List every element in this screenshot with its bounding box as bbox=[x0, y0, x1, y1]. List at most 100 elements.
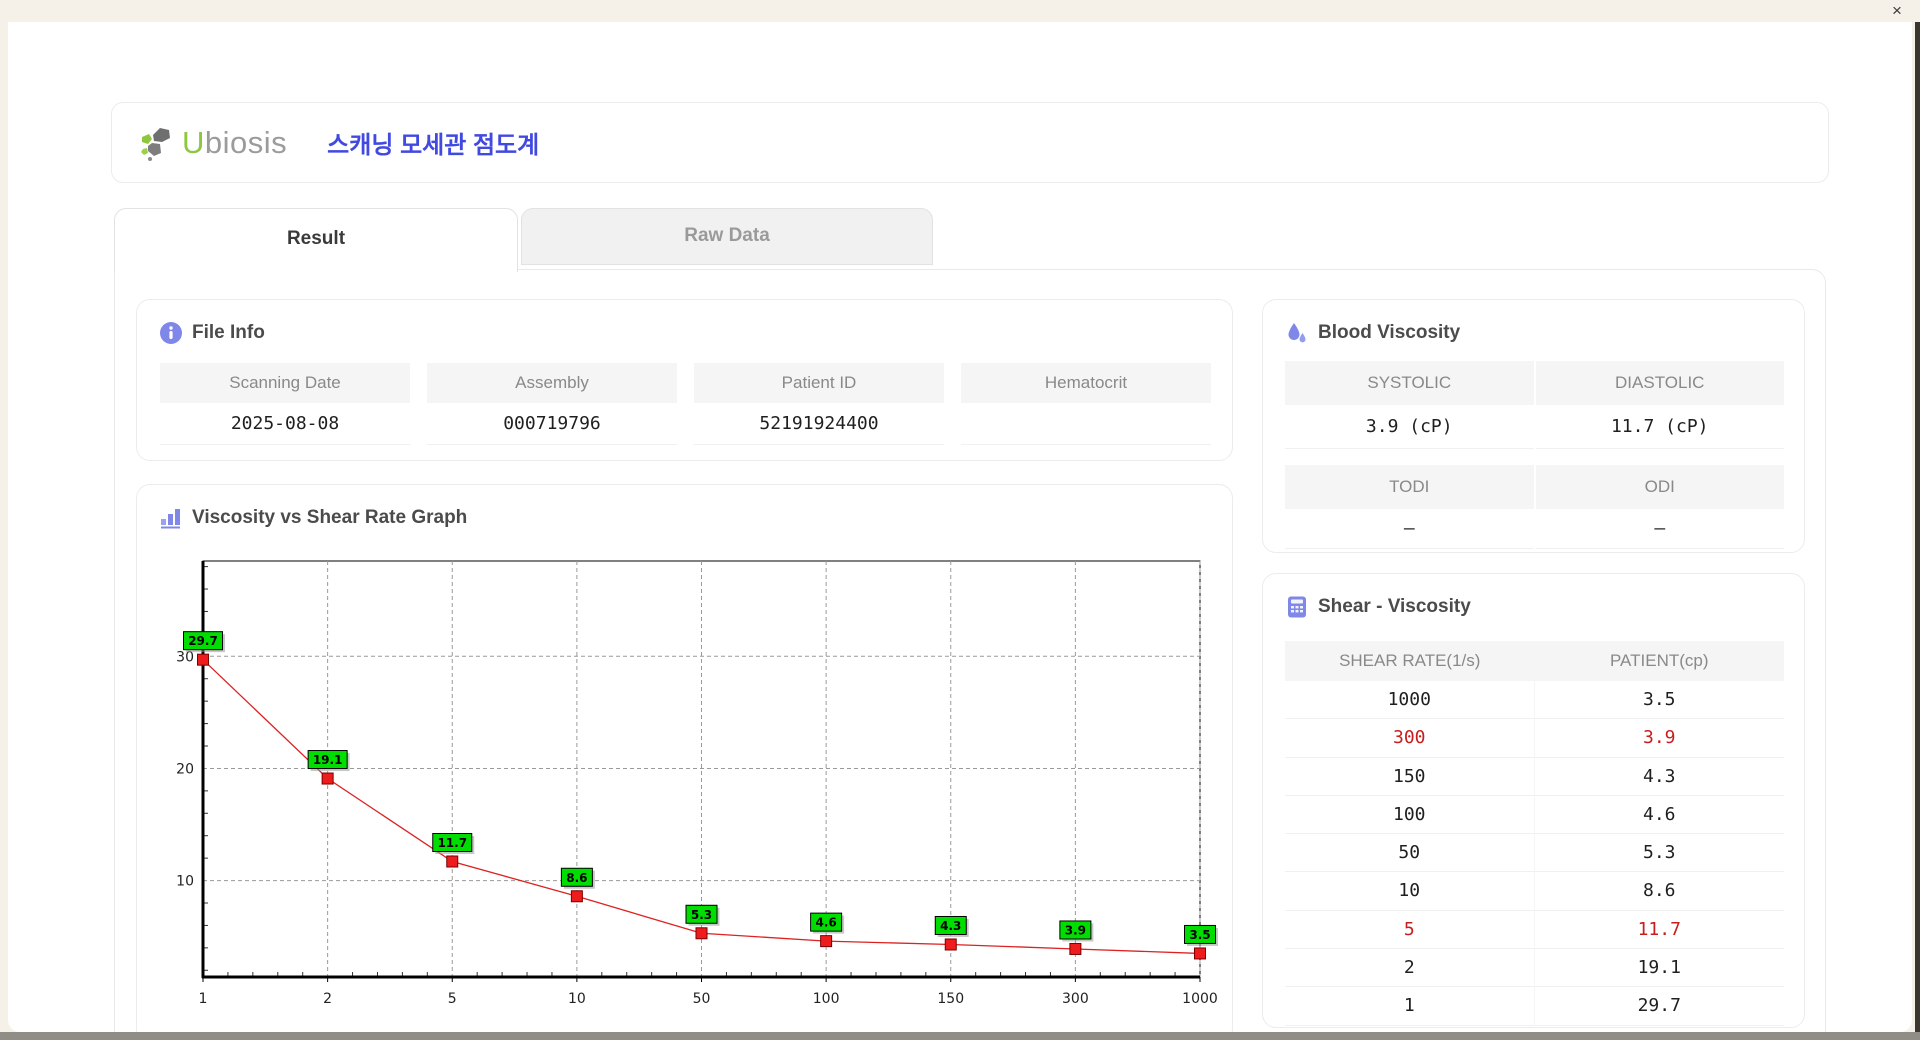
bv-header: SYSTOLIC bbox=[1285, 361, 1534, 405]
table-row: 1000 3.5 bbox=[1285, 681, 1784, 720]
cell-patient: 11.7 bbox=[1637, 918, 1681, 940]
field-value: 2025-08-08 bbox=[160, 403, 410, 445]
cell-patient: 4.6 bbox=[1642, 803, 1676, 825]
file-info-fields: Scanning Date 2025-08-08 Assembly 000719796… bbox=[160, 363, 1211, 445]
table-row: 10 8.6 bbox=[1285, 872, 1784, 911]
result-panel: File Info Scanning Date 2025-08-08 Assembl… bbox=[114, 269, 1826, 1040]
y-tick-label: 10 bbox=[176, 874, 194, 890]
shear-viscosity-title: Shear - Viscosity bbox=[1318, 596, 1471, 617]
x-tick-label: 1000 bbox=[1182, 991, 1218, 1007]
blood-viscosity-block-2: TODI ODI – – bbox=[1285, 465, 1784, 549]
file-info-field-scanning-date: Scanning Date 2025-08-08 bbox=[160, 363, 410, 445]
cell-patient: 4.3 bbox=[1642, 765, 1676, 787]
table-row: 2 19.1 bbox=[1285, 949, 1784, 988]
cell-shear-rate: 150 bbox=[1285, 757, 1535, 796]
droplets-icon bbox=[1288, 323, 1306, 343]
data-label-text: 29.7 bbox=[188, 634, 218, 648]
tab-result[interactable]: Result bbox=[114, 208, 518, 272]
data-label-text: 19.1 bbox=[313, 753, 343, 767]
shear-viscosity-card: Shear - Viscosity SHEAR RATE(1/s) PATIEN… bbox=[1262, 573, 1805, 1028]
bv-value: 3.9 (cP) bbox=[1285, 405, 1534, 449]
file-info-field-hematocrit: Hematocrit bbox=[961, 363, 1211, 445]
x-tick-label: 5 bbox=[448, 991, 457, 1007]
data-point-marker bbox=[944, 938, 957, 951]
window-right-edge bbox=[1915, 0, 1920, 1032]
column-header-patient: PATIENT(cp) bbox=[1609, 651, 1709, 670]
cell-shear-rate: 1000 bbox=[1285, 681, 1535, 720]
ubiosis-logo-icon bbox=[141, 127, 170, 161]
blood-viscosity-title: Blood Viscosity bbox=[1318, 322, 1461, 343]
x-tick-label: 10 bbox=[568, 991, 586, 1007]
data-label-text: 3.9 bbox=[1065, 923, 1086, 937]
viscosity-chart: 1020301 2 5 10 50 100 150 300 100029.719.111.78.… bbox=[176, 560, 1218, 1007]
x-tick-label: 150 bbox=[937, 991, 964, 1007]
cell-patient: 3.5 bbox=[1642, 689, 1676, 710]
field-label: Scanning Date bbox=[160, 363, 410, 403]
file-info-field-assembly: Assembly 000719796 bbox=[427, 363, 677, 445]
data-point-marker bbox=[570, 890, 583, 903]
logo-letter-u: U bbox=[182, 124, 205, 160]
data-label-text: 4.6 bbox=[815, 916, 836, 930]
bv-value: – bbox=[1535, 509, 1784, 549]
bv-header: DIASTOLIC bbox=[1535, 361, 1784, 405]
data-point-marker bbox=[197, 653, 209, 666]
field-value: 52191924400 bbox=[694, 403, 944, 445]
field-label: Assembly bbox=[427, 363, 677, 403]
file-info-card: File Info Scanning Date 2025-08-08 Assembl… bbox=[136, 299, 1233, 461]
data-point-marker bbox=[1194, 947, 1206, 960]
data-point-marker bbox=[820, 935, 833, 948]
shear-viscosity-table: SHEAR RATE(1/s) PATIENT(cp) 1000 3.5 300 3.… bbox=[1285, 641, 1784, 1026]
cell-patient: 8.6 bbox=[1642, 880, 1676, 902]
calculator-icon bbox=[1288, 596, 1306, 618]
field-value: 000719796 bbox=[427, 403, 677, 445]
logo-text-rest: biosis bbox=[204, 124, 288, 160]
cell-shear-rate: 10 bbox=[1285, 872, 1535, 911]
x-tick-label: 50 bbox=[693, 991, 711, 1007]
bv-value: 11.7 (cP) bbox=[1535, 405, 1784, 449]
x-tick-label: 1 bbox=[199, 991, 208, 1007]
bv-header: ODI bbox=[1535, 465, 1784, 509]
cell-shear-rate: 2 bbox=[1285, 949, 1535, 988]
data-point-marker bbox=[1069, 942, 1082, 955]
x-tick-label: 2 bbox=[323, 991, 332, 1007]
cell-patient: 19.1 bbox=[1637, 957, 1681, 979]
blood-viscosity-card: Blood Viscosity SYSTOLIC DIASTOLIC 3.9 (cP… bbox=[1262, 299, 1805, 553]
window-titlebar: × bbox=[0, 0, 1920, 22]
field-label: Patient ID bbox=[694, 363, 944, 403]
header-card: Ubiosis 스캐닝 모세관 점도계 bbox=[111, 102, 1829, 183]
shear-viscosity-table-header: SHEAR RATE(1/s) PATIENT(cp) bbox=[1285, 641, 1784, 681]
bv-header: TODI bbox=[1285, 465, 1534, 509]
bv-value: – bbox=[1285, 509, 1534, 549]
field-value bbox=[961, 403, 1211, 445]
table-row: 300 3.9 bbox=[1285, 719, 1784, 758]
graph-card: Viscosity vs Shear Rate Graph 10 20 30 1 2 5 1… bbox=[136, 484, 1233, 1040]
table-row: 50 5.3 bbox=[1285, 834, 1784, 873]
cell-shear-rate: 300 bbox=[1285, 719, 1535, 758]
app-window: Ubiosis 스캐닝 모세관 점도계 Result Raw Data File… bbox=[8, 22, 1912, 1040]
data-label-text: 3.5 bbox=[1189, 928, 1210, 942]
x-tick-label: 100 bbox=[813, 991, 840, 1007]
app-title-korean: 스캐닝 모세관 점도계 bbox=[327, 132, 540, 159]
data-label-text: 5.3 bbox=[691, 908, 712, 922]
data-point-marker bbox=[695, 927, 708, 940]
cell-patient: 29.7 bbox=[1637, 995, 1681, 1017]
logo-text: Ubiosis bbox=[182, 125, 287, 161]
data-label-text: 8.6 bbox=[566, 871, 587, 885]
graph-title: Viscosity vs Shear Rate Graph bbox=[192, 507, 468, 528]
ubiosis-logo: Ubiosis bbox=[136, 123, 287, 163]
data-point-marker bbox=[446, 855, 459, 868]
table-row: 100 4.6 bbox=[1285, 795, 1784, 835]
bar-chart-icon bbox=[161, 509, 180, 529]
column-header-shear-rate: SHEAR RATE(1/s) bbox=[1339, 651, 1481, 670]
cell-shear-rate: 1 bbox=[1285, 987, 1535, 1026]
data-label-text: 4.3 bbox=[940, 919, 961, 933]
cell-shear-rate: 100 bbox=[1285, 795, 1535, 835]
window-bottom-bar bbox=[0, 1032, 1920, 1040]
close-button[interactable]: × bbox=[1886, 1, 1908, 21]
tab-raw-data[interactable]: Raw Data bbox=[521, 208, 933, 265]
file-info-title: File Info bbox=[192, 322, 265, 343]
cell-patient: 3.9 bbox=[1642, 727, 1676, 749]
table-row: 150 4.3 bbox=[1285, 757, 1784, 796]
blood-viscosity-block-1: SYSTOLIC DIASTOLIC 3.9 (cP) 11.7 (cP) bbox=[1285, 361, 1784, 449]
field-label: Hematocrit bbox=[961, 363, 1211, 403]
